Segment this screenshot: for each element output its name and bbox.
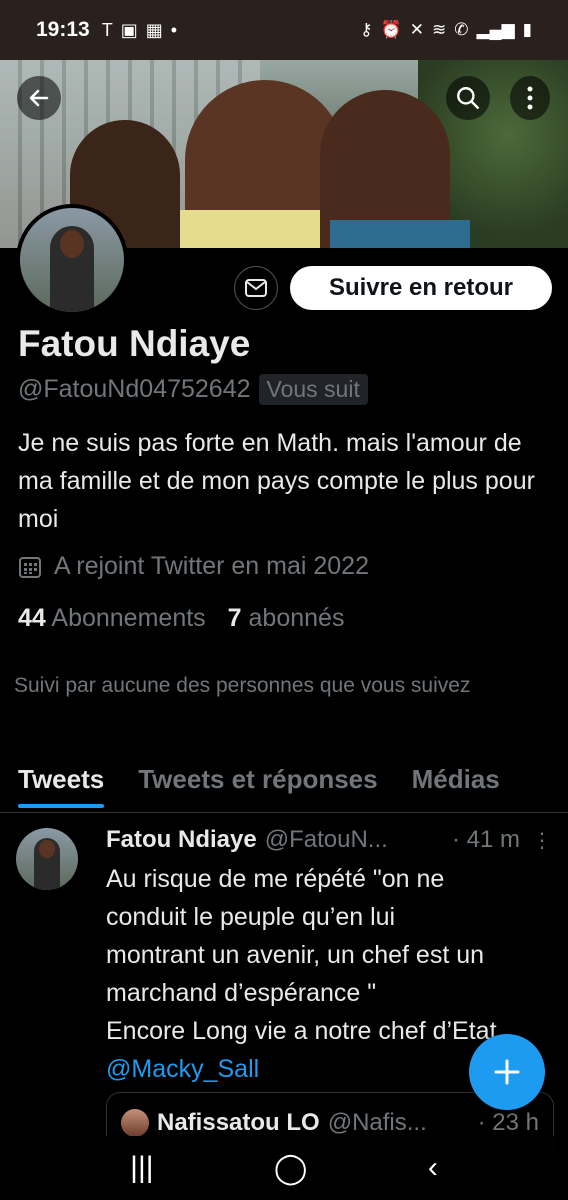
tweet-header: Fatou Ndiaye @FatouN... · 41 m ⋮ xyxy=(106,826,552,854)
dot-icon: • xyxy=(170,19,178,40)
joined-date: A rejoint Twitter en mai 2022 xyxy=(18,552,369,581)
status-time: 19:13 xyxy=(36,18,90,41)
follow-back-button[interactable]: Suivre en retour xyxy=(290,266,552,310)
tweet-more-icon[interactable]: ⋮ xyxy=(532,828,552,853)
more-vertical-icon xyxy=(527,86,533,110)
compose-tweet-button[interactable] xyxy=(469,1034,545,1110)
message-button[interactable] xyxy=(234,266,278,310)
profile-name: Fatou Ndiaye xyxy=(18,323,251,364)
back-button[interactable] xyxy=(17,76,61,120)
following-link[interactable]: 44 Abonnements xyxy=(18,604,206,633)
joined-label: A rejoint Twitter en mai 2022 xyxy=(54,552,369,580)
system-nav-bar: ||| ◯ ‹ xyxy=(0,1136,568,1200)
tweet-text-line: marchand d’espérance " xyxy=(106,979,377,1007)
followers-link[interactable]: 7 abonnés xyxy=(228,604,345,633)
tab-tweets[interactable]: Tweets xyxy=(18,758,105,812)
tweet-time: · 41 m xyxy=(451,826,520,853)
profile-bio: Je ne suis pas forte en Math. mais l'amo… xyxy=(18,429,535,533)
handle-row: @FatouNd04752642 Vous suit xyxy=(18,374,368,405)
mail-icon xyxy=(245,279,267,297)
key-icon: ⚷ xyxy=(360,20,373,39)
followers-label: abonnés xyxy=(248,604,345,632)
mute-icon: ✕ xyxy=(409,20,424,39)
quote-time: · 23 h xyxy=(477,1108,539,1136)
call-icon: ✆ xyxy=(454,20,469,39)
arrow-left-icon xyxy=(29,89,49,107)
home-icon[interactable]: ◯ xyxy=(274,1151,308,1186)
tweet-text-line: Au risque de me répété "on ne xyxy=(106,865,445,893)
gallery-icon: ▣ xyxy=(120,19,138,40)
search-button[interactable] xyxy=(446,76,490,120)
wifi-icon: ≋ xyxy=(431,20,447,39)
tweet-avatar[interactable] xyxy=(16,828,78,890)
following-count: 44 xyxy=(18,604,46,632)
quote-author-name: Nafissatou LO xyxy=(157,1108,320,1136)
more-options-button[interactable] xyxy=(510,76,550,120)
calendar-icon: ▦ xyxy=(145,19,163,40)
follow-counts: 44 Abonnements 7 abonnés xyxy=(18,604,344,633)
recent-apps-icon[interactable]: ||| xyxy=(130,1151,153,1185)
alarm-icon: ⏰ xyxy=(380,20,402,39)
profile-avatar[interactable] xyxy=(16,204,128,316)
profile-handle: @FatouNd04752642 xyxy=(18,375,251,403)
tweet-text-line: montrant un avenir, un chef est un xyxy=(106,941,485,969)
status-bar: 19:13 T ▣ ▦ • ⚷ ⏰ ✕ ≋ ✆ ▂▄▆ ▮ xyxy=(0,0,568,60)
followers-count: 7 xyxy=(227,604,242,632)
tab-tweets-and-replies[interactable]: Tweets et réponses xyxy=(138,758,377,812)
tweet-text-line: conduit le peuple qu’en lui xyxy=(106,903,396,931)
tweet-author-name[interactable]: Fatou Ndiaye xyxy=(106,826,257,854)
following-label: Abonnements xyxy=(51,604,206,632)
battery-icon: ▮ xyxy=(522,20,532,39)
quote-author-handle: @Nafis... xyxy=(327,1108,427,1136)
search-icon xyxy=(457,87,479,109)
quote-avatar xyxy=(121,1108,149,1137)
back-nav-icon[interactable]: ‹ xyxy=(428,1151,438,1185)
plus-icon xyxy=(494,1059,520,1085)
tab-media[interactable]: Médias xyxy=(412,758,500,812)
tweet-author-handle[interactable]: @FatouN... xyxy=(265,826,388,854)
calendar-icon xyxy=(19,556,41,578)
t-icon: T xyxy=(101,19,113,40)
signal-icon: ▂▄▆ xyxy=(476,20,515,39)
followed-by-text: Suivi par aucune des personnes que vous … xyxy=(14,674,471,697)
profile-tabs: Tweets Tweets et réponses Médias xyxy=(0,758,568,813)
follows-you-badge: Vous suit xyxy=(258,374,368,405)
